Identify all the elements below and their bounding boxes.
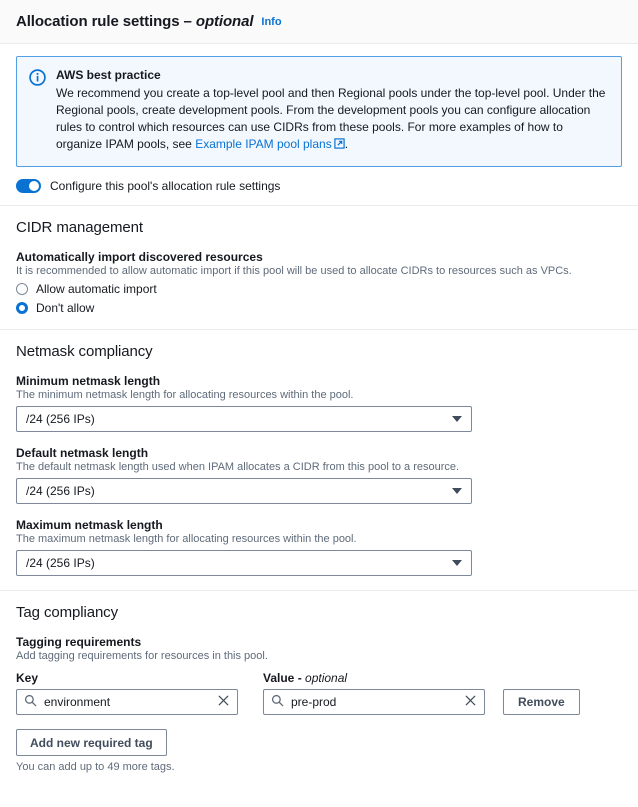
alert-text: We recommend you create a top-level pool… — [56, 85, 607, 154]
example-link-label: Example IPAM pool plans — [195, 137, 332, 151]
minimum-netmask-select[interactable]: /24 (256 IPs) — [16, 406, 472, 432]
external-link-icon — [334, 138, 345, 152]
column-header-value-optional: optional — [305, 671, 348, 685]
minimum-netmask-description: The minimum netmask length for allocatin… — [16, 389, 354, 401]
netmask-compliancy-title: Netmask compliancy — [16, 343, 153, 360]
default-netmask-field: Default netmask length The default netma… — [16, 446, 622, 504]
tag-limit-footnote: You can add up to 49 more tags. — [16, 761, 175, 773]
clear-icon[interactable] — [464, 694, 477, 710]
tag-key-input[interactable]: environment — [16, 689, 238, 715]
tag-table-header: Key Value - optional — [16, 671, 622, 685]
section-netmask-compliancy: Netmask compliancy Minimum netmask lengt… — [0, 330, 638, 576]
allocation-rule-settings-page: Allocation rule settings – optional Info… — [0, 0, 638, 807]
tagging-requirements-label: Tagging requirements — [16, 635, 142, 649]
column-header-value: Value - optional — [263, 671, 495, 685]
auto-import-field: Automatically import discovered resource… — [16, 250, 622, 315]
cidr-management-title: CIDR management — [16, 219, 143, 236]
default-netmask-description: The default netmask length used when IPA… — [16, 461, 460, 473]
default-netmask-label: Default netmask length — [16, 446, 149, 460]
panel-header: Allocation rule settings – optional Info — [0, 0, 638, 44]
alert-text-tail: . — [344, 137, 349, 151]
page-title: Allocation rule settings – optional — [16, 13, 254, 30]
info-circle-icon — [29, 69, 46, 89]
toggle-label: Configure this pool's allocation rule se… — [50, 179, 281, 193]
alert-wrapper: AWS best practice We recommend you creat… — [0, 44, 638, 167]
maximum-netmask-select[interactable]: /24 (256 IPs) — [16, 550, 472, 576]
tag-row: environment pre-prod Remove — [16, 689, 622, 715]
chevron-down-icon — [452, 488, 462, 494]
default-netmask-select[interactable]: /24 (256 IPs) — [16, 478, 472, 504]
maximum-netmask-description: The maximum netmask length for allocatin… — [16, 533, 357, 545]
add-new-required-tag-button[interactable]: Add new required tag — [16, 729, 167, 756]
radio-dont-allow[interactable]: Don't allow — [16, 301, 622, 315]
tag-value-input[interactable]: pre-prod — [263, 689, 485, 715]
radio-allow-automatic-import[interactable]: Allow automatic import — [16, 282, 622, 296]
aws-best-practice-alert: AWS best practice We recommend you creat… — [16, 56, 622, 167]
radio-dont-allow-label: Don't allow — [36, 301, 95, 315]
page-title-text: Allocation rule settings — [16, 13, 180, 30]
tagging-requirements-description: Add tagging requirements for resources i… — [16, 650, 268, 662]
tag-value-input-value: pre-prod — [291, 695, 337, 709]
alert-heading: AWS best practice — [56, 68, 161, 82]
radio-allow-automatic-import-control[interactable] — [16, 283, 28, 295]
column-header-value-text: Value - — [263, 671, 302, 685]
radio-allow-automatic-import-label: Allow automatic import — [36, 282, 157, 296]
maximum-netmask-selected-value: /24 (256 IPs) — [26, 556, 95, 570]
auto-import-label: Automatically import discovered resource… — [16, 250, 263, 264]
section-tag-compliancy: Tag compliancy Tagging requirements Add … — [0, 591, 638, 773]
minimum-netmask-field: Minimum netmask length The minimum netma… — [16, 374, 622, 432]
auto-import-description: It is recommended to allow automatic imp… — [16, 265, 572, 277]
title-separator: – — [183, 13, 192, 30]
search-icon — [271, 694, 284, 710]
minimum-netmask-label: Minimum netmask length — [16, 374, 161, 388]
maximum-netmask-field: Maximum netmask length The maximum netma… — [16, 518, 622, 576]
example-ipam-pool-plans-link[interactable]: Example IPAM pool plans — [195, 137, 345, 151]
clear-icon[interactable] — [217, 694, 230, 710]
column-header-key: Key — [16, 671, 39, 685]
minimum-netmask-selected-value: /24 (256 IPs) — [26, 412, 95, 426]
toggle-knob — [29, 181, 39, 191]
configure-allocation-rules-toggle-row: Configure this pool's allocation rule se… — [0, 167, 638, 205]
title-optional-badge: optional — [195, 13, 254, 30]
tag-key-input-value: environment — [44, 695, 111, 709]
chevron-down-icon — [452, 416, 462, 422]
search-icon — [24, 694, 37, 710]
info-link[interactable]: Info — [261, 16, 281, 28]
default-netmask-selected-value: /24 (256 IPs) — [26, 484, 95, 498]
alert-body: AWS best practice We recommend you creat… — [56, 67, 607, 154]
tag-compliancy-title: Tag compliancy — [16, 604, 118, 621]
configure-allocation-rules-toggle[interactable] — [16, 179, 41, 193]
radio-dont-allow-control[interactable] — [16, 302, 28, 314]
section-cidr-management: CIDR management Automatically import dis… — [0, 206, 638, 315]
chevron-down-icon — [452, 560, 462, 566]
maximum-netmask-label: Maximum netmask length — [16, 518, 163, 532]
remove-tag-button[interactable]: Remove — [503, 689, 580, 715]
